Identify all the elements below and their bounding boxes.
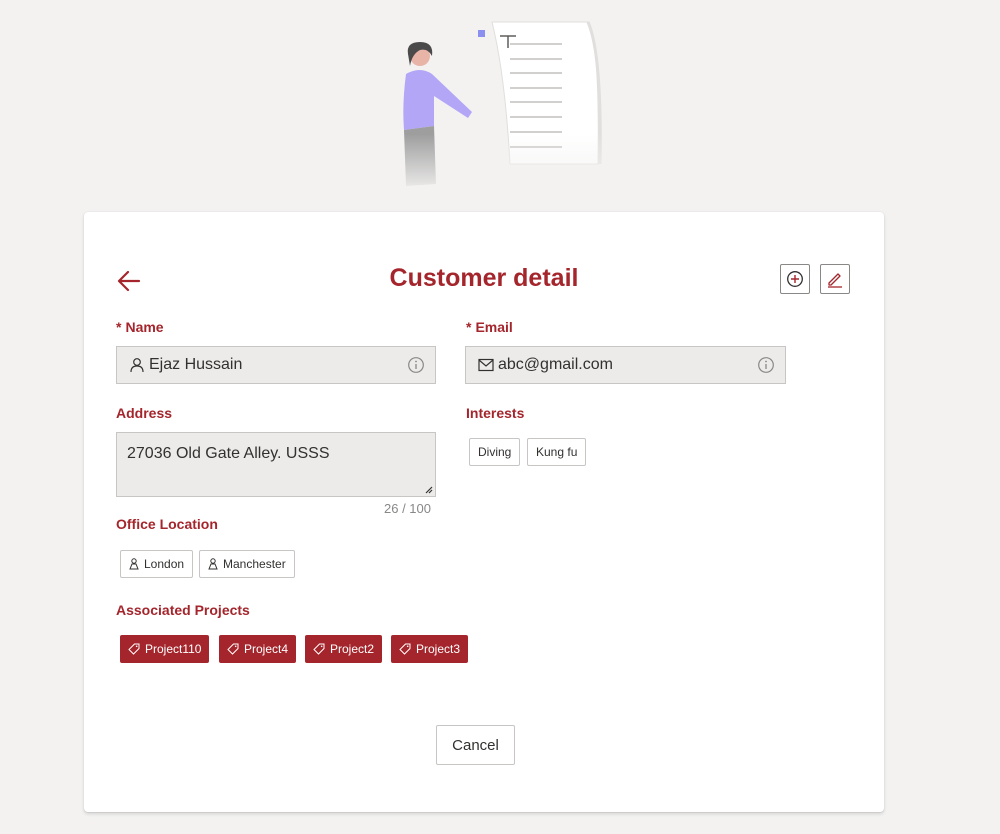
associated-projects-label: Associated Projects — [116, 602, 250, 618]
tag-icon — [399, 643, 411, 655]
interest-chip[interactable]: Kung fu — [527, 438, 587, 466]
page-title: Customer detail — [389, 264, 579, 292]
project-chip[interactable]: Project3 — [391, 635, 469, 663]
edit-button[interactable] — [820, 264, 850, 294]
add-button[interactable] — [780, 264, 810, 294]
project-chip[interactable]: Project4 — [219, 635, 297, 663]
address-textarea[interactable]: 27036 Old Gate Alley. USSS — [116, 432, 436, 497]
office-location-chip-label: London — [144, 557, 185, 571]
hero-illustration — [380, 21, 620, 194]
add-circle-icon — [787, 271, 803, 287]
required-mark: * — [116, 319, 122, 335]
email-label-text: Email — [475, 319, 513, 335]
resize-grip-icon[interactable] — [423, 484, 433, 494]
project-chip-label: Project110 — [145, 642, 202, 656]
email-label: * Email — [466, 319, 513, 335]
name-field[interactable]: Ejaz Hussain — [116, 346, 436, 384]
address-value: 27036 Old Gate Alley. USSS — [127, 445, 330, 462]
office-location-chip-label: Manchester — [223, 557, 286, 571]
address-char-counter: 26 / 100 — [384, 501, 431, 516]
name-label: * Name — [116, 319, 164, 335]
interests-label: Interests — [466, 405, 525, 421]
office-location-chip[interactable]: London — [120, 550, 194, 578]
interest-chip-label: Diving — [478, 445, 512, 459]
project-chip-label: Project2 — [330, 642, 375, 656]
project-chip[interactable]: Project110 — [120, 635, 210, 663]
name-value: Ejaz Hussain — [149, 356, 243, 373]
cancel-button[interactable]: Cancel — [436, 725, 515, 765]
info-icon[interactable] — [757, 356, 775, 374]
email-value: abc@gmail.com — [498, 356, 613, 373]
location-person-icon — [129, 558, 139, 570]
address-label: Address — [116, 405, 173, 421]
person-icon — [127, 355, 147, 375]
project-chip-label: Project3 — [416, 642, 461, 656]
tag-icon — [227, 643, 239, 655]
edit-pencil-icon — [828, 273, 842, 288]
customer-detail-card: Customer detail * Name Ejaz Hussain * Emai… — [84, 212, 884, 812]
interest-chip[interactable]: Diving — [469, 438, 521, 466]
tag-icon — [128, 643, 140, 655]
required-mark: * — [466, 319, 472, 335]
project-chip[interactable]: Project2 — [305, 635, 383, 663]
interest-chip-label: Kung fu — [536, 445, 578, 459]
location-person-icon — [208, 558, 218, 570]
name-label-text: Name — [125, 319, 164, 335]
mail-icon — [476, 355, 496, 375]
tag-icon — [313, 643, 325, 655]
email-field[interactable]: abc@gmail.com — [465, 346, 786, 384]
info-icon[interactable] — [407, 356, 425, 374]
project-chip-label: Project4 — [244, 642, 289, 656]
office-location-label: Office Location — [116, 516, 218, 532]
office-location-chip[interactable]: Manchester — [199, 550, 295, 578]
